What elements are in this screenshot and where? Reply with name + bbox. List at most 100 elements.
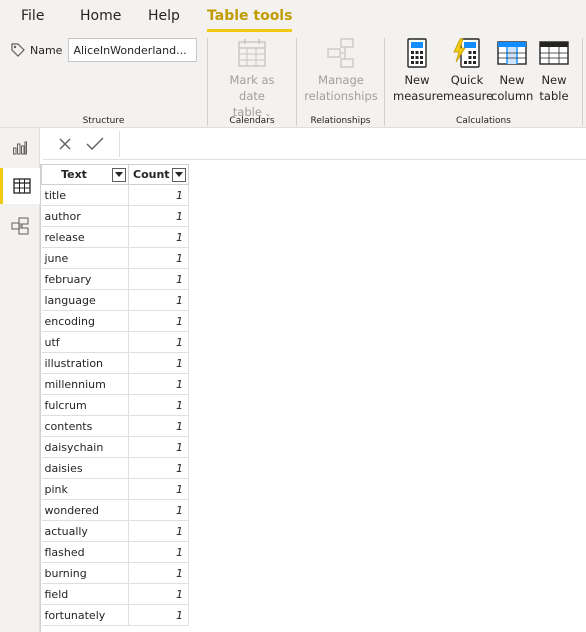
count-cell[interactable]: 1 xyxy=(128,604,189,626)
table-row[interactable]: daisies 1 xyxy=(41,457,189,479)
column-header-text[interactable]: Text xyxy=(41,164,129,185)
table-row[interactable]: pink 1 xyxy=(41,478,189,500)
text-cell[interactable]: wondered xyxy=(41,499,129,521)
tab-home[interactable]: Home xyxy=(80,8,121,24)
report-view-button[interactable] xyxy=(0,130,40,166)
count-cell[interactable]: 1 xyxy=(128,331,189,353)
quick-measure-label-1: Quick xyxy=(450,73,484,87)
tab-help[interactable]: Help xyxy=(148,8,180,24)
text-cell[interactable]: flashed xyxy=(41,541,129,563)
table-grid-icon xyxy=(12,178,31,194)
structure-group-label: Structure xyxy=(82,116,125,126)
count-cell[interactable]: 1 xyxy=(128,268,189,290)
close-icon xyxy=(59,138,71,150)
tab-file[interactable]: File xyxy=(21,8,44,24)
count-cell[interactable]: 1 xyxy=(128,247,189,269)
count-cell[interactable]: 1 xyxy=(128,352,189,374)
quick-measure-button[interactable]: Quick measure xyxy=(443,38,493,104)
table-row[interactable]: actually 1 xyxy=(41,520,189,542)
tag-icon xyxy=(11,43,25,57)
count-cell[interactable]: 1 xyxy=(128,562,189,584)
column-filter-dropdown[interactable] xyxy=(172,168,186,182)
formula-underline xyxy=(43,159,586,160)
name-row: Name xyxy=(10,38,198,62)
new-measure-label-2: measure xyxy=(393,89,444,103)
text-cell[interactable]: february xyxy=(41,268,129,290)
table-row[interactable]: burning 1 xyxy=(41,562,189,584)
table-name-input[interactable] xyxy=(68,38,198,62)
table-column-icon xyxy=(497,41,527,65)
text-cell[interactable]: fortunately xyxy=(41,604,129,626)
model-view-button[interactable] xyxy=(0,208,40,244)
count-cell[interactable]: 1 xyxy=(128,520,189,542)
mark-as-date-table-label-1: Mark as date xyxy=(229,73,275,103)
table-row[interactable]: utf 1 xyxy=(41,331,189,353)
text-cell[interactable]: illustration xyxy=(41,352,129,374)
table-row[interactable]: title 1 xyxy=(41,184,189,206)
manage-relationships-button[interactable]: Manage relationships xyxy=(303,38,379,104)
text-cell[interactable]: fulcrum xyxy=(41,394,129,416)
count-cell[interactable]: 1 xyxy=(128,310,189,332)
text-cell[interactable]: pink xyxy=(41,478,129,500)
mark-as-date-table-button[interactable]: Mark as date table ⌄ xyxy=(216,38,288,122)
new-column-button[interactable]: New column xyxy=(491,38,533,104)
table-row[interactable]: illustration 1 xyxy=(41,352,189,374)
count-cell[interactable]: 1 xyxy=(128,373,189,395)
text-cell[interactable]: actually xyxy=(41,520,129,542)
new-measure-label-1: New xyxy=(404,73,430,87)
text-cell[interactable]: utf xyxy=(41,331,129,353)
count-cell[interactable]: 1 xyxy=(128,289,189,311)
count-cell[interactable]: 1 xyxy=(128,499,189,521)
text-cell[interactable]: release xyxy=(41,226,129,248)
table-row[interactable]: february 1 xyxy=(41,268,189,290)
manage-relationships-label-1: Manage xyxy=(318,73,364,87)
table-row[interactable]: language 1 xyxy=(41,289,189,311)
text-cell[interactable]: encoding xyxy=(41,310,129,332)
count-cell[interactable]: 1 xyxy=(128,478,189,500)
table-row[interactable]: flashed 1 xyxy=(41,541,189,563)
text-cell[interactable]: contents xyxy=(41,415,129,437)
commit-formula-button[interactable] xyxy=(83,133,107,155)
count-cell[interactable]: 1 xyxy=(128,583,189,605)
calendars-group-label: Calendars xyxy=(229,116,275,126)
count-cell[interactable]: 1 xyxy=(128,226,189,248)
text-cell[interactable]: title xyxy=(41,184,129,206)
text-cell[interactable]: burning xyxy=(41,562,129,584)
text-cell[interactable]: field xyxy=(41,583,129,605)
table-row[interactable]: author 1 xyxy=(41,205,189,227)
table-row[interactable]: field 1 xyxy=(41,583,189,605)
count-cell[interactable]: 1 xyxy=(128,436,189,458)
table-row[interactable]: daisychain 1 xyxy=(41,436,189,458)
menu-bar: File Home Help Table tools xyxy=(0,0,586,32)
count-cell[interactable]: 1 xyxy=(128,394,189,416)
count-cell[interactable]: 1 xyxy=(128,457,189,479)
table-row[interactable]: wondered 1 xyxy=(41,499,189,521)
column-header-count[interactable]: Count xyxy=(128,164,189,185)
data-view-button[interactable] xyxy=(0,168,40,204)
text-cell[interactable]: language xyxy=(41,289,129,311)
text-cell[interactable]: millennium xyxy=(41,373,129,395)
new-table-button[interactable]: New table xyxy=(535,38,573,104)
column-filter-dropdown[interactable] xyxy=(112,168,126,182)
count-cell[interactable]: 1 xyxy=(128,205,189,227)
relationships-icon xyxy=(327,38,354,68)
table-row[interactable]: fortunately 1 xyxy=(41,604,189,626)
calculations-group-label: Calculations xyxy=(456,116,511,126)
table-row[interactable]: contents 1 xyxy=(41,415,189,437)
table-row[interactable]: encoding 1 xyxy=(41,310,189,332)
text-cell[interactable]: author xyxy=(41,205,129,227)
cancel-formula-button[interactable] xyxy=(53,133,77,155)
table-row[interactable]: fulcrum 1 xyxy=(41,394,189,416)
new-measure-button[interactable]: New measure xyxy=(393,38,444,104)
tab-table-tools[interactable]: Table tools xyxy=(207,8,293,32)
count-cell[interactable]: 1 xyxy=(128,541,189,563)
table-row[interactable]: release 1 xyxy=(41,226,189,248)
table-row[interactable]: june 1 xyxy=(41,247,189,269)
text-cell[interactable]: daisies xyxy=(41,457,129,479)
table-row[interactable]: millennium 1 xyxy=(41,373,189,395)
count-cell[interactable]: 1 xyxy=(128,184,189,206)
text-cell[interactable]: daisychain xyxy=(41,436,129,458)
count-cell[interactable]: 1 xyxy=(128,415,189,437)
text-cell[interactable]: june xyxy=(41,247,129,269)
table-body: title 1 author 1 release 1 june 1 february 1 langu… xyxy=(41,184,189,626)
